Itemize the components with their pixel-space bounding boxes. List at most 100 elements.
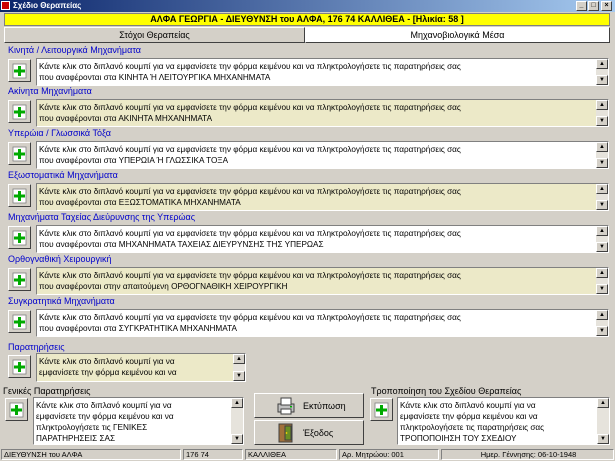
section-memo[interactable]: Κάντε κλικ στο διπλανό κουμπί για να εμφ… — [36, 58, 609, 86]
section-memo[interactable]: Κάντε κλικ στο διπλανό κουμπί για να εμφ… — [36, 309, 609, 337]
modify-line3: πληκτρολογήσετε τις παρατηρήσεις σας — [400, 423, 545, 432]
memo-text-line2: που αναφέρονται στην απαιτούμενη ΟΡΘΟΓΝΑ… — [39, 282, 288, 291]
section-label: Υπερώια / Γλωσσικά Τόξα — [8, 128, 111, 138]
scroll-down-arrow-icon[interactable]: ▼ — [596, 116, 608, 126]
status-city: ΚΑΛΛΙΘΕΑ — [245, 449, 337, 460]
section-add-button[interactable] — [8, 226, 31, 249]
scroll-up-arrow-icon[interactable]: ▲ — [231, 398, 243, 408]
memo-text-line1: Κάντε κλικ στο διπλανό κουμπί για να εμφ… — [39, 103, 461, 112]
memo-scrollbar[interactable]: ▲ ▼ — [596, 142, 608, 168]
memo-scrollbar[interactable]: ▲ ▼ — [596, 268, 608, 294]
section-memo[interactable]: Κάντε κλικ στο διπλανό κουμπί για να εμφ… — [36, 141, 609, 169]
scroll-down-arrow-icon[interactable]: ▼ — [596, 326, 608, 336]
scroll-down-arrow-icon[interactable]: ▼ — [233, 371, 245, 381]
memo-text-line1: Κάντε κλικ στο διπλανό κουμπί για να εμφ… — [39, 145, 461, 154]
status-bar: ΔΙΕΥΘΥΝΣΗ του ΑΛΦΑ 176 74 ΚΑΛΛΙΘΕΑ Αρ. Μ… — [0, 448, 615, 461]
memo-scrollbar[interactable]: ▲ ▼ — [596, 226, 608, 252]
scroll-up-arrow-icon[interactable]: ▲ — [233, 354, 245, 364]
scroll-down-arrow-icon[interactable]: ▼ — [597, 434, 609, 444]
plus-icon — [12, 314, 27, 330]
observations-label: Παρατηρήσεις — [8, 342, 65, 352]
plus-icon — [374, 402, 389, 418]
section-add-button[interactable] — [8, 142, 31, 165]
scroll-down-arrow-icon[interactable]: ▼ — [231, 434, 243, 444]
scroll-down-arrow-icon[interactable]: ▼ — [596, 242, 608, 252]
app-icon — [1, 1, 10, 10]
general-remarks-label: Γενικές Παρατηρήσεις — [3, 386, 91, 396]
scroll-up-arrow-icon[interactable]: ▲ — [596, 184, 608, 194]
memo-scrollbar[interactable]: ▲ ▼ — [596, 59, 608, 85]
minimize-button[interactable]: _ — [576, 1, 587, 11]
scroll-up-arrow-icon[interactable]: ▲ — [596, 142, 608, 152]
observations-add-button[interactable] — [8, 355, 31, 378]
plus-icon — [12, 230, 27, 246]
plan-modification-add-button[interactable] — [370, 398, 393, 421]
plus-icon — [9, 402, 24, 418]
print-button-label: Εκτύπωση — [303, 401, 346, 411]
scroll-up-arrow-icon[interactable]: ▲ — [596, 59, 608, 69]
observations-text-line1: Κάντε κλικ στο διπλανό κουμπί για να — [39, 357, 175, 366]
section-add-button[interactable] — [8, 184, 31, 207]
memo-scrollbar[interactable]: ▲ ▼ — [596, 100, 608, 126]
section-memo[interactable]: Κάντε κλικ στο διπλανό κουμπί για να εμφ… — [36, 267, 609, 295]
print-button[interactable]: Εκτύπωση — [254, 393, 364, 418]
memo-text-line2: που αναφέρονται στα ΕΞΩΣΤΟΜΑΤΙΚΑ ΜΗΧΑΝΗΜ… — [39, 198, 241, 207]
observations-memo[interactable]: Κάντε κλικ στο διπλανό κουμπί για να εμφ… — [36, 353, 246, 382]
section-memo[interactable]: Κάντε κλικ στο διπλανό κουμπί για να εμφ… — [36, 99, 609, 127]
general-line2: εμφανίσετε την φόρμα κειμένου και να — [36, 412, 174, 421]
scroll-up-arrow-icon[interactable]: ▲ — [596, 226, 608, 236]
status-birth-date: Ημερ. Γέννησης: 06-10-1948 — [441, 449, 614, 460]
memo-scrollbar[interactable]: ▲ ▼ — [596, 310, 608, 336]
general-line1: Κάντε κλικ στο διπλανό κουμπί για να — [36, 401, 172, 410]
memo-text-line2: που αναφέρονται στα ΚΙΝΗΤΑ Ή ΛΕΙΤΟΥΡΓΙΚΑ… — [39, 73, 271, 82]
exit-button-label: Έξοδος — [303, 428, 334, 438]
close-button[interactable]: × — [601, 1, 612, 11]
scroll-up-arrow-icon[interactable]: ▲ — [596, 310, 608, 320]
scroll-up-arrow-icon[interactable]: ▲ — [596, 268, 608, 278]
memo-text-line2: που αναφέρονται στα ΥΠΕΡΩΙΑ Ή ΓΛΩΣΣΙΚΑ Τ… — [39, 156, 229, 165]
memo-text-line1: Κάντε κλικ στο διπλανό κουμπί για να εμφ… — [39, 313, 461, 322]
section-label: Κινητά / Λειτουργικά Μηχανήματα — [8, 45, 141, 55]
scroll-up-arrow-icon[interactable]: ▲ — [596, 100, 608, 110]
exit-door-icon — [278, 423, 293, 443]
general-remarks-add-button[interactable] — [5, 398, 28, 421]
scroll-down-arrow-icon[interactable]: ▼ — [596, 200, 608, 210]
section-add-button[interactable] — [8, 310, 31, 333]
plus-icon — [12, 359, 27, 375]
section-add-button[interactable] — [8, 100, 31, 123]
plan-modification-scrollbar[interactable]: ▲ ▼ — [597, 398, 609, 444]
section-label: Ακίνητα Μηχανήματα — [8, 86, 92, 96]
memo-text-line2: που αναφέρονται στα ΣΥΓΚΡΑΤΗΤΙΚΑ ΜΗΧΑΝΗΜ… — [39, 324, 237, 333]
memo-scrollbar[interactable]: ▲ ▼ — [596, 184, 608, 210]
scroll-down-arrow-icon[interactable]: ▼ — [596, 75, 608, 85]
memo-text-line2: που αναφέρονται στα ΑΚΙΝΗΤΑ ΜΗΧΑΝΗΜΑΤΑ — [39, 114, 213, 123]
modify-line4: ΤΡΟΠΟΠΟΙΗΣΗ ΤΟΥ ΣΧΕΔΙΟΥ — [400, 434, 517, 443]
title-bar: Σχέδιο Θεραπείας _ □ × — [0, 0, 615, 12]
plus-icon — [12, 188, 27, 204]
general-remarks-memo[interactable]: Κάντε κλικ στο διπλανό κουμπί για να εμφ… — [33, 397, 244, 445]
scroll-up-arrow-icon[interactable]: ▲ — [597, 398, 609, 408]
section-memo[interactable]: Κάντε κλικ στο διπλανό κουμπί για να εμφ… — [36, 183, 609, 211]
general-remarks-scrollbar[interactable]: ▲ ▼ — [231, 398, 243, 444]
memo-text-line1: Κάντε κλικ στο διπλανό κουμπί για να εμφ… — [39, 62, 461, 71]
modify-line2: εμφανίσετε την φόρμα κειμένου και να — [400, 412, 538, 421]
section-add-button[interactable] — [8, 268, 31, 291]
section-label: Ορθογναθική Χειρουργική — [8, 254, 112, 264]
section-label: Εξωστοματικά Μηχανήματα — [8, 170, 118, 180]
plus-icon — [12, 272, 27, 288]
scroll-down-arrow-icon[interactable]: ▼ — [596, 284, 608, 294]
scroll-down-arrow-icon[interactable]: ▼ — [596, 158, 608, 168]
tab-mechanobiological-means[interactable]: Μηχανοβιολογικά Μέσα — [305, 27, 610, 43]
general-line4: ΠΑΡΑΤΗΡΗΣΕΙΣ ΣΑΣ — [36, 434, 116, 443]
memo-text-line1: Κάντε κλικ στο διπλανό κουμπί για να εμφ… — [39, 187, 461, 196]
maximize-button[interactable]: □ — [588, 1, 599, 11]
memo-text-line1: Κάντε κλικ στο διπλανό κουμπί για να εμφ… — [39, 271, 461, 280]
plan-modification-memo[interactable]: Κάντε κλικ στο διπλανό κουμπί για να εμφ… — [397, 397, 610, 445]
observations-scrollbar[interactable]: ▲ ▼ — [233, 354, 245, 381]
exit-button[interactable]: Έξοδος — [254, 420, 364, 445]
plus-icon — [12, 146, 27, 162]
tab-treatment-goals[interactable]: Στόχοι Θεραπείας — [4, 27, 305, 43]
printer-icon — [277, 397, 295, 415]
section-add-button[interactable] — [8, 59, 31, 82]
section-memo[interactable]: Κάντε κλικ στο διπλανό κουμπί για να εμφ… — [36, 225, 609, 253]
